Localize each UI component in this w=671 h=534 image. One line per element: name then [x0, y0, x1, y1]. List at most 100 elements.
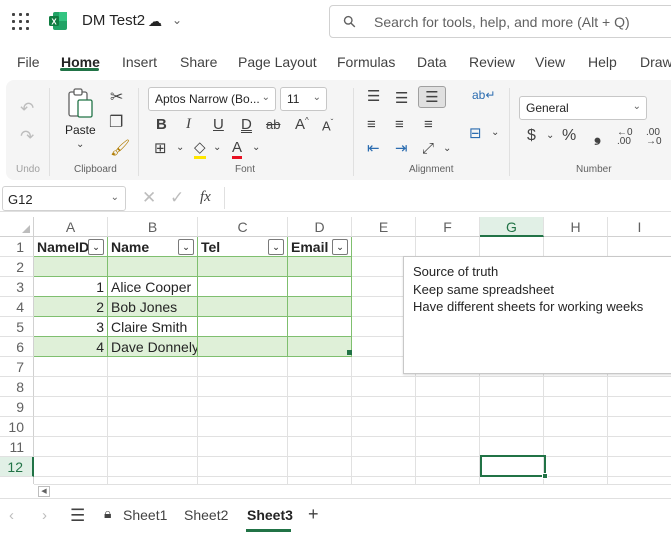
bold-icon[interactable]: B [156, 117, 167, 132]
filter-dropdown-icon[interactable]: ⌄ [332, 239, 348, 255]
insert-function-icon[interactable]: fx [200, 190, 211, 205]
wrap-text-icon[interactable]: ab↵ [472, 89, 495, 101]
merge-center-icon[interactable]: ⊟ [469, 126, 482, 141]
column-header-b[interactable]: B [108, 217, 198, 237]
search-input[interactable]: Search for tools, help, and more (Alt + … [374, 14, 630, 30]
row-header[interactable] [0, 477, 34, 484]
tab-data[interactable]: Data [417, 54, 447, 70]
table-cell[interactable] [288, 317, 352, 337]
row-header[interactable]: 6 [0, 337, 34, 357]
currency-icon[interactable]: $ [527, 128, 536, 144]
tab-review[interactable]: Review [469, 54, 515, 70]
table-cell-name[interactable]: Alice Cooper [108, 277, 198, 297]
table-cell-id[interactable] [34, 257, 108, 277]
scroll-left-icon[interactable]: ◀ [38, 486, 50, 497]
tab-draw[interactable]: Draw [640, 54, 671, 70]
filter-dropdown-icon[interactable]: ⌄ [88, 239, 104, 255]
chevron-down-icon[interactable]: ⌄ [213, 143, 221, 153]
column-header-e[interactable]: E [352, 217, 416, 237]
align-right-icon[interactable]: ≡ [424, 117, 433, 132]
selected-cell[interactable] [480, 455, 548, 479]
table-resize-handle[interactable] [347, 350, 352, 355]
row-header[interactable]: 7 [0, 357, 34, 377]
align-top-icon[interactable]: ☰ [367, 89, 380, 104]
chevron-down-icon[interactable]: ⌄ [546, 131, 554, 141]
decrease-indent-icon[interactable]: ⇤ [367, 141, 380, 156]
chevron-down-icon[interactable]: ⌄ [491, 128, 499, 138]
row-header[interactable]: 3 [0, 277, 34, 297]
tab-view[interactable]: View [535, 54, 565, 70]
increase-indent-icon[interactable]: ⇥ [395, 141, 408, 156]
font-size-select[interactable]: 11 ⌄ [280, 87, 327, 111]
table-cell-id[interactable]: 1 [34, 277, 108, 297]
table-cell[interactable] [198, 297, 288, 317]
column-header-c[interactable]: C [198, 217, 288, 237]
tab-page-layout[interactable]: Page Layout [238, 54, 317, 70]
column-header-d[interactable]: D [288, 217, 352, 237]
prev-sheet-icon[interactable]: ‹ [9, 508, 14, 523]
column-header-h[interactable]: H [544, 217, 608, 237]
row-header[interactable]: 1 [0, 237, 34, 257]
document-title[interactable]: DM Test2 [82, 12, 145, 29]
borders-icon[interactable]: ⊞ [154, 141, 167, 156]
align-center-icon[interactable]: ≡ [395, 117, 404, 132]
align-middle-icon[interactable]: ☰ [395, 91, 408, 106]
chevron-down-icon[interactable]: ⌄ [443, 144, 451, 154]
paste-icon[interactable] [66, 88, 96, 120]
paste-button[interactable]: Paste [65, 123, 96, 137]
increase-font-size-icon[interactable]: A^ [295, 117, 309, 133]
row-header[interactable]: 5 [0, 317, 34, 337]
comma-style-icon[interactable]: ❟ [594, 126, 601, 144]
column-header-f[interactable]: F [416, 217, 480, 237]
copy-icon[interactable]: ❐ [109, 115, 123, 131]
formula-input[interactable] [228, 184, 671, 211]
increase-decimal-icon[interactable]: ←0.00 [617, 128, 633, 147]
sheet-tab-sheet1[interactable]: Sheet1 [123, 507, 167, 523]
table-cell[interactable] [198, 277, 288, 297]
add-sheet-icon[interactable]: + [308, 505, 319, 523]
filter-dropdown-icon[interactable]: ⌄ [268, 239, 284, 255]
tab-formulas[interactable]: Formulas [337, 54, 395, 70]
tab-file[interactable]: File [17, 54, 40, 70]
percent-icon[interactable]: % [562, 128, 576, 144]
cloud-saved-icon[interactable]: ☁ [148, 13, 162, 30]
row-header[interactable]: 10 [0, 417, 34, 437]
cancel-icon[interactable]: ✕ [142, 189, 156, 206]
decrease-decimal-icon[interactable]: .00 →0 [646, 128, 662, 147]
table-cell[interactable] [288, 277, 352, 297]
name-box[interactable]: G12 ⌄ [2, 186, 126, 211]
font-color-icon[interactable]: A [232, 140, 243, 159]
select-all-corner[interactable] [0, 217, 34, 237]
table-cell-name[interactable]: Dave Donnely [108, 337, 198, 357]
table-cell-name[interactable]: Claire Smith [108, 317, 198, 337]
sheet-tab-sheet3[interactable]: Sheet3 [247, 507, 293, 523]
chevron-down-icon[interactable]: ⌄ [252, 143, 260, 153]
table-cell-name[interactable] [108, 257, 198, 277]
chevron-down-icon[interactable]: ⌄ [176, 143, 184, 153]
column-header-i[interactable]: I [608, 217, 671, 237]
decrease-font-size-icon[interactable]: Aˇ [322, 119, 333, 133]
tab-insert[interactable]: Insert [122, 54, 157, 70]
spreadsheet-grid[interactable]: A B C D E F G H I 1 2 3 4 5 6 7 8 9 10 1… [0, 217, 671, 484]
row-header-selected[interactable]: 12 [0, 457, 34, 477]
row-header[interactable]: 4 [0, 297, 34, 317]
table-cell[interactable] [288, 297, 352, 317]
sheet-tab-sheet2[interactable]: Sheet2 [184, 507, 228, 523]
strikethrough-icon[interactable]: ab [266, 118, 280, 131]
horizontal-scrollbar[interactable]: ◀ [34, 484, 671, 498]
row-header[interactable]: 2 [0, 257, 34, 277]
table-cell[interactable] [198, 317, 288, 337]
column-header-g[interactable]: G [480, 217, 544, 237]
font-name-select[interactable]: Aptos Narrow (Bo... ⌄ [148, 87, 276, 111]
double-underline-icon[interactable]: D [241, 117, 252, 133]
align-left-icon[interactable]: ≡ [367, 117, 376, 132]
table-cell[interactable] [288, 337, 352, 357]
number-format-select[interactable]: General ⌄ [519, 96, 647, 120]
cut-icon[interactable]: ✂ [110, 90, 123, 106]
table-cell-name[interactable]: Bob Jones [108, 297, 198, 317]
filter-dropdown-icon[interactable]: ⌄ [178, 239, 194, 255]
text-box-note[interactable]: Source of truth Keep same spreadsheet Ha… [403, 256, 671, 374]
row-header[interactable]: 9 [0, 397, 34, 417]
column-header-a[interactable]: A [34, 217, 108, 237]
next-sheet-icon[interactable]: › [42, 508, 47, 523]
